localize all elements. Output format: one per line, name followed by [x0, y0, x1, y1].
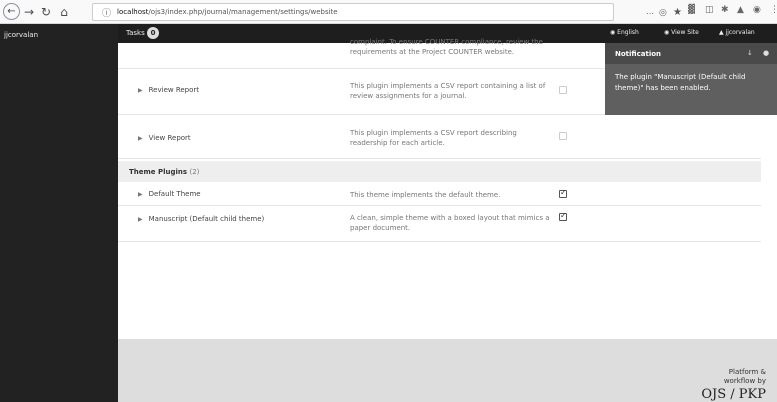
account-icon[interactable]: ◉	[753, 5, 761, 15]
plugin-enabled-checkbox[interactable]	[559, 132, 567, 140]
url-host: localhost	[117, 8, 149, 16]
pkp-logo[interactable]: OJS / PKP	[701, 387, 766, 402]
list-item[interactable]: ▶ View Report This plugin implements a CS…	[118, 115, 761, 159]
sidebar: jjcorvalan	[0, 24, 118, 402]
plugin-description: A clean, simple theme with a boxed layou…	[350, 214, 550, 232]
plugin-enabled-checkbox[interactable]	[559, 211, 567, 221]
section-title: Theme Plugins (2)	[129, 168, 199, 176]
page-actions-icon[interactable]: ⋯	[646, 9, 654, 18]
pocket-icon[interactable]: ◎	[659, 8, 667, 18]
close-icon[interactable]: ●	[763, 49, 769, 57]
footer-platform-text: Platform & workflow by	[723, 368, 766, 385]
notification-title: Notification	[615, 50, 662, 58]
user-menu[interactable]: ▲ jjcorvalan	[719, 29, 755, 36]
plugin-name[interactable]: ▶ Review Report	[138, 86, 199, 94]
menu-icon[interactable]: ⋮	[770, 5, 777, 15]
plugin-name-label: Manuscript (Default child theme)	[148, 215, 265, 223]
expand-arrow-icon[interactable]: ▶	[138, 135, 143, 142]
plugin-name[interactable]: ▶ View Report	[138, 134, 191, 142]
expand-arrow-icon[interactable]: ▶	[138, 87, 143, 94]
notification-panel: Notification ↓ ● The plugin "Manuscript …	[605, 43, 777, 115]
reload-icon[interactable]: ↻	[40, 4, 52, 20]
home-icon[interactable]: ⌂	[58, 4, 70, 20]
plugin-name[interactable]: ▶ Manuscript (Default child theme)	[138, 215, 264, 223]
browser-toolbar: ← → ↻ ⌂ ⓘ localhost/ojs3/index.php/journ…	[0, 0, 777, 24]
plugin-description: complaint. To ensure COUNTER compliance,…	[350, 38, 543, 56]
url-text[interactable]: localhost/ojs3/index.php/journal/managem…	[117, 8, 338, 16]
notification-message: The plugin "Manuscript (Default child th…	[615, 73, 746, 92]
plugin-enabled-checkbox[interactable]	[559, 86, 567, 94]
expand-arrow-icon[interactable]: ▶	[138, 216, 143, 223]
url-bar[interactable]: ⓘ localhost/ojs3/index.php/journal/manag…	[92, 3, 682, 21]
list-item[interactable]: ▶ Manuscript (Default child theme) A clea…	[118, 206, 761, 242]
extension-icon[interactable]: ✱	[721, 5, 729, 15]
back-arrow-icon[interactable]: ←	[3, 3, 20, 20]
language-menu[interactable]: ◉ English	[610, 29, 639, 36]
plugin-name-label: Default Theme	[148, 190, 201, 198]
pin-icon[interactable]: ↓	[747, 49, 753, 57]
plugin-name-label: View Report	[148, 134, 191, 142]
sidebar-toggle-icon[interactable]: ◫	[705, 5, 714, 15]
expand-arrow-icon[interactable]: ▶	[138, 191, 143, 198]
language-label: English	[617, 29, 639, 36]
url-path: /ojs3/index.php/journal/management/setti…	[148, 8, 338, 16]
section-title-label: Theme Plugins	[129, 168, 188, 176]
addon-icon[interactable]: ▲	[737, 5, 744, 15]
forward-arrow-icon[interactable]: →	[24, 4, 34, 20]
footer: Platform & workflow by OJS / PKP	[118, 339, 777, 402]
plugin-description: This plugin implements a CSV report desc…	[350, 129, 517, 147]
plugin-enabled-checkbox[interactable]	[559, 188, 567, 198]
bookmark-star-icon[interactable]: ★	[673, 7, 682, 18]
plugin-name-label: Review Report	[148, 86, 200, 94]
plugin-name[interactable]: ▶ Default Theme	[138, 190, 201, 198]
notification-header: Notification ↓ ●	[605, 43, 777, 64]
plugin-description: This plugin implements a CSV report cont…	[350, 82, 546, 100]
section-count: (2)	[189, 168, 200, 176]
user-label: jjcorvalan	[725, 29, 755, 36]
plugin-description: This theme implements the default theme.	[350, 191, 501, 199]
view-site-label: View Site	[671, 29, 699, 36]
list-item[interactable]: ▶ Default Theme This theme implements the…	[118, 182, 761, 206]
site-info-icon[interactable]: ⓘ	[102, 6, 111, 19]
tasks-link[interactable]: Tasks	[126, 29, 145, 37]
view-site-link[interactable]: ◉ View Site	[664, 29, 699, 36]
section-header: Theme Plugins (2)	[118, 161, 761, 182]
sidebar-username[interactable]: jjcorvalan	[4, 31, 38, 39]
library-icon[interactable]: ▓	[688, 5, 695, 15]
